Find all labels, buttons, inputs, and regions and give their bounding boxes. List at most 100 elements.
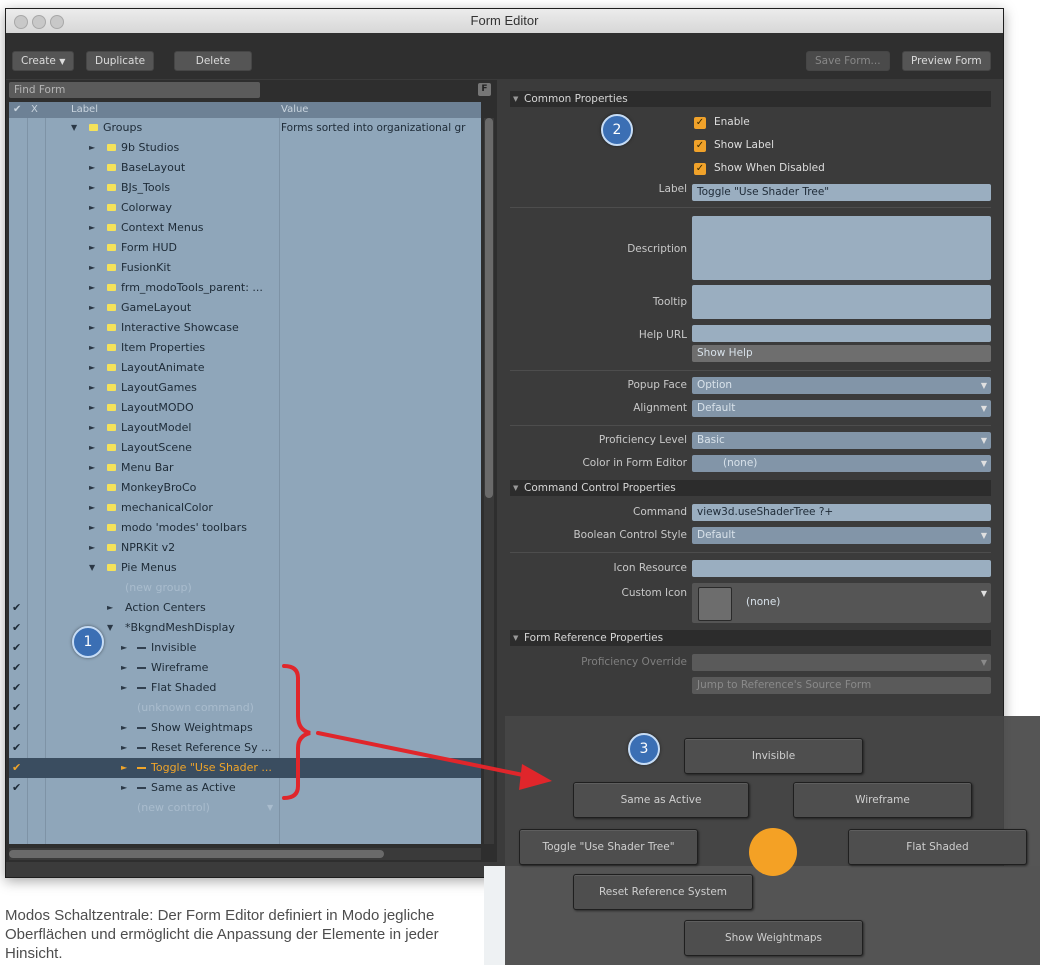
- proficiency-override-dropdown[interactable]: ▼: [692, 654, 991, 671]
- collapsed-triangle-icon[interactable]: ►: [121, 658, 127, 678]
- tree-row[interactable]: ► Item Properties: [9, 338, 481, 358]
- form-reference-properties-header[interactable]: ▼ Form Reference Properties: [510, 630, 991, 646]
- checkmark-icon[interactable]: ✔: [12, 638, 21, 658]
- tree-row[interactable]: ► FusionKit: [9, 258, 481, 278]
- tree-row[interactable]: ► mechanicalColor: [9, 498, 481, 518]
- collapsed-triangle-icon[interactable]: ►: [121, 758, 127, 778]
- check-column-header[interactable]: ✔: [13, 102, 21, 118]
- checkmark-icon[interactable]: ✔: [12, 698, 21, 718]
- collapsed-triangle-icon[interactable]: ►: [89, 358, 95, 378]
- checkmark-icon[interactable]: ✔: [12, 618, 21, 638]
- tree-row[interactable]: ► GameLayout: [9, 298, 481, 318]
- collapsed-triangle-icon[interactable]: ►: [89, 338, 95, 358]
- checkmark-icon[interactable]: ✔: [12, 758, 21, 778]
- tree-row[interactable]: ► NPRKit v2: [9, 538, 481, 558]
- tree-row[interactable]: ► Context Menus: [9, 218, 481, 238]
- tree-horizontal-scrollbar[interactable]: [9, 848, 481, 860]
- tree-row[interactable]: (new group): [9, 578, 481, 598]
- icon-resource-field[interactable]: [692, 560, 991, 577]
- tree-row[interactable]: ► 9b Studios: [9, 138, 481, 158]
- toggle-shader-tree-button[interactable]: Toggle "Use Shader Tree": [519, 829, 698, 865]
- collapsed-triangle-icon[interactable]: ►: [89, 278, 95, 298]
- tree-row[interactable]: ✔ ► Reset Reference Sy ...: [9, 738, 481, 758]
- collapsed-triangle-icon[interactable]: ►: [89, 398, 95, 418]
- collapsed-triangle-icon[interactable]: ►: [89, 378, 95, 398]
- show-weightmaps-button[interactable]: Show Weightmaps: [684, 920, 863, 956]
- tree-row[interactable]: ► LayoutModel: [9, 418, 481, 438]
- show-label-checkbox[interactable]: ✓: [694, 140, 706, 152]
- label-column-header[interactable]: Label: [71, 102, 98, 118]
- chevron-down-icon[interactable]: ▼: [267, 798, 273, 818]
- collapsed-triangle-icon[interactable]: ►: [121, 678, 127, 698]
- collapsed-triangle-icon[interactable]: ►: [121, 738, 127, 758]
- color-dropdown[interactable]: (none) ▼: [692, 455, 991, 472]
- tree-row[interactable]: ► LayoutAnimate: [9, 358, 481, 378]
- tree-row[interactable]: ✔ ► Show Weightmaps: [9, 718, 481, 738]
- find-form-input[interactable]: Find Form: [9, 82, 260, 98]
- tooltip-field[interactable]: [692, 285, 991, 319]
- tree-vertical-scrollbar[interactable]: [484, 118, 494, 844]
- collapsed-triangle-icon[interactable]: ►: [121, 718, 127, 738]
- jump-to-reference-button[interactable]: Jump to Reference's Source Form: [692, 677, 991, 694]
- collapsed-triangle-icon[interactable]: ►: [89, 518, 95, 538]
- reset-reference-system-button[interactable]: Reset Reference System: [573, 874, 753, 910]
- wireframe-button[interactable]: Wireframe: [793, 782, 972, 818]
- collapsed-triangle-icon[interactable]: ►: [89, 438, 95, 458]
- collapsed-triangle-icon[interactable]: ►: [89, 238, 95, 258]
- x-column-header[interactable]: X: [31, 102, 38, 118]
- boolean-control-style-dropdown[interactable]: Default ▼: [692, 527, 991, 544]
- duplicate-button[interactable]: Duplicate: [86, 51, 155, 71]
- tree-row[interactable]: ✔ ► Same as Active: [9, 778, 481, 798]
- tree-row[interactable]: ► BaseLayout: [9, 158, 481, 178]
- tree-row[interactable]: ► modo 'modes' toolbars: [9, 518, 481, 538]
- checkmark-icon[interactable]: ✔: [12, 778, 21, 798]
- tree-row[interactable]: ✔ (unknown command): [9, 698, 481, 718]
- popup-face-dropdown[interactable]: Option ▼: [692, 377, 991, 394]
- alignment-dropdown[interactable]: Default ▼: [692, 400, 991, 417]
- checkmark-icon[interactable]: ✔: [12, 678, 21, 698]
- collapsed-triangle-icon[interactable]: ►: [89, 418, 95, 438]
- tree-row-selected[interactable]: ✔ ► Toggle "Use Shader ...: [9, 758, 481, 778]
- value-column-header[interactable]: Value: [281, 102, 308, 118]
- collapsed-triangle-icon[interactable]: ►: [89, 138, 95, 158]
- scrollbar-thumb[interactable]: [9, 850, 384, 858]
- tree-row[interactable]: ► BJs_Tools: [9, 178, 481, 198]
- tree-row-pie-menus[interactable]: ▼ Pie Menus: [9, 558, 481, 578]
- show-when-disabled-checkbox[interactable]: ✓: [694, 163, 706, 175]
- checkmark-icon[interactable]: ✔: [12, 598, 21, 618]
- collapsed-triangle-icon[interactable]: ►: [89, 258, 95, 278]
- collapsed-triangle-icon[interactable]: ►: [89, 498, 95, 518]
- command-control-properties-header[interactable]: ▼ Command Control Properties: [510, 480, 991, 496]
- save-form-button[interactable]: Save Form...: [806, 51, 890, 71]
- delete-button[interactable]: Delete: [174, 51, 252, 71]
- collapsed-triangle-icon[interactable]: ►: [89, 178, 95, 198]
- collapsed-triangle-icon[interactable]: ►: [89, 198, 95, 218]
- expanded-triangle-icon[interactable]: ▼: [107, 618, 113, 638]
- tree-row[interactable]: ✔ ► Flat Shaded: [9, 678, 481, 698]
- expanded-triangle-icon[interactable]: ▼: [89, 558, 95, 578]
- tree-row[interactable]: ► Form HUD: [9, 238, 481, 258]
- tree-row[interactable]: ► Interactive Showcase: [9, 318, 481, 338]
- custom-icon-dropdown[interactable]: (none) ▼: [692, 583, 991, 623]
- tree-row[interactable]: ► Colorway: [9, 198, 481, 218]
- tree-row[interactable]: ✔ ► Action Centers: [9, 598, 481, 618]
- show-help-button[interactable]: Show Help: [692, 345, 991, 362]
- collapsed-triangle-icon[interactable]: ►: [121, 778, 127, 798]
- help-url-field[interactable]: [692, 325, 991, 342]
- proficiency-level-dropdown[interactable]: Basic ▼: [692, 432, 991, 449]
- checkmark-icon[interactable]: ✔: [12, 738, 21, 758]
- collapsed-triangle-icon[interactable]: ►: [89, 298, 95, 318]
- enable-checkbox[interactable]: ✓: [694, 117, 706, 129]
- tree-row[interactable]: (new control) ▼: [9, 798, 481, 818]
- collapsed-triangle-icon[interactable]: ►: [89, 218, 95, 238]
- description-field[interactable]: [692, 216, 991, 280]
- tree-row[interactable]: ► Menu Bar: [9, 458, 481, 478]
- collapsed-triangle-icon[interactable]: ►: [121, 638, 127, 658]
- collapsed-triangle-icon[interactable]: ►: [89, 158, 95, 178]
- create-button[interactable]: Create ▼: [12, 51, 75, 71]
- tree-row[interactable]: ► LayoutGames: [9, 378, 481, 398]
- tree-row[interactable]: ► LayoutMODO: [9, 398, 481, 418]
- collapsed-triangle-icon[interactable]: ►: [89, 318, 95, 338]
- common-properties-header[interactable]: ▼ Common Properties: [510, 91, 991, 107]
- command-field[interactable]: view3d.useShaderTree ?+: [692, 504, 991, 521]
